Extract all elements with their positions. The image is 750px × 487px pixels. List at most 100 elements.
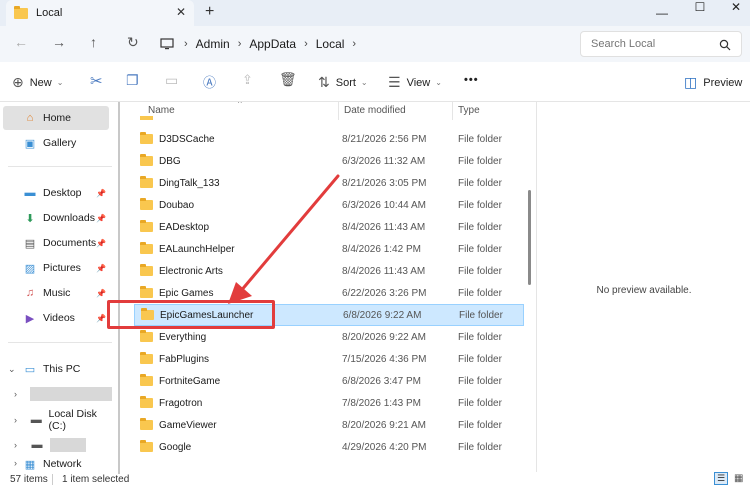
file-date: 8/21/2026 3:05 PM [342, 177, 427, 189]
folder-icon [140, 198, 153, 210]
file-type: File folder [458, 441, 502, 453]
sidebar-item-downloads[interactable]: ⬇ Downloads 📌 [0, 206, 110, 230]
table-row[interactable]: DingTalk_133 8/21/2026 3:05 PM File folder [134, 172, 524, 194]
search-box[interactable] [580, 31, 742, 57]
folder-icon [140, 154, 153, 166]
sidebar-item-gallery[interactable]: ▣ Gallery [0, 131, 110, 155]
tab-local[interactable]: Local ✕ [6, 0, 194, 26]
search-input[interactable] [591, 38, 711, 50]
sidebar-item-this-pc[interactable]: ⌄ ▭ This PC [0, 357, 110, 381]
cut-icon[interactable]: ✂ [90, 72, 103, 90]
sidebar-item-videos[interactable]: ▶ Videos 📌 [0, 306, 110, 330]
copy-icon[interactable]: ❐ [126, 72, 139, 89]
tiles-view-icon[interactable]: ▦ [734, 473, 743, 484]
crumb-local[interactable]: Local [316, 37, 345, 51]
sidebar-item-pictures[interactable]: ▨ Pictures 📌 [0, 256, 110, 280]
back-button[interactable]: ← [14, 34, 28, 50]
navigation-pane: ⌂ Home ▣ Gallery ▬ Desktop 📌 ⬇ Downloads… [0, 102, 122, 474]
up-button[interactable]: ↑ [90, 34, 97, 50]
item-count: 57 items [10, 474, 48, 485]
folder-icon [140, 264, 153, 276]
table-row[interactable]: Everything 8/20/2026 9:22 AM File folder [134, 326, 524, 348]
file-name: Fragotron [159, 397, 203, 409]
table-row[interactable]: D3DSCache 8/21/2026 2:56 PM File folder [134, 128, 524, 150]
divider [52, 474, 53, 485]
sidebar-item-local-disk[interactable]: › ▬ Local Disk (C:) [0, 408, 110, 432]
file-name: GameViewer [159, 419, 217, 431]
sort-button[interactable]: ⇅ Sort ⌄ [318, 74, 368, 91]
music-icon: ♫ [25, 287, 35, 299]
sidebar-item-label: Desktop [43, 187, 82, 199]
file-date: 8/4/2026 11:43 AM [342, 265, 426, 277]
breadcrumb[interactable]: › Admin › AppData › Local › [160, 30, 570, 58]
sort-label: Sort [335, 76, 356, 89]
sidebar-item-home[interactable]: ⌂ Home [3, 106, 109, 130]
desktop-icon: ▬ [24, 187, 36, 199]
chevron-right-icon: › [352, 38, 357, 50]
sidebar-item-label: Videos [43, 312, 75, 324]
paste-icon[interactable]: ▭ [165, 72, 178, 89]
drive-icon: ▬ [30, 414, 42, 426]
table-row[interactable]: GameViewer 8/20/2026 9:21 AM File folder [134, 414, 524, 436]
file-date: 7/8/2026 1:43 PM [342, 397, 421, 409]
maximize-button[interactable]: ☐ [680, 0, 720, 14]
redacted-area [30, 387, 112, 401]
delete-icon[interactable]: 🗑 [279, 71, 297, 88]
divider [8, 342, 112, 343]
sidebar-item-label: Pictures [43, 262, 81, 274]
forward-button[interactable]: → [52, 34, 66, 50]
file-type: File folder [458, 419, 502, 431]
sidebar-item-desktop[interactable]: ▬ Desktop 📌 [0, 181, 110, 205]
gallery-icon: ▣ [24, 137, 36, 150]
file-type: File folder [458, 331, 502, 343]
folder-icon [140, 374, 153, 386]
table-row[interactable]: FortniteGame 6/8/2026 3:47 PM File folder [134, 370, 524, 392]
sidebar-item-music[interactable]: ♫ Music 📌 [0, 281, 110, 305]
table-row[interactable]: Google 4/29/2026 4:20 PM File folder [134, 436, 524, 458]
file-date: 8/20/2026 9:21 AM [342, 419, 426, 431]
folder-icon [140, 396, 153, 408]
table-row[interactable]: EALaunchHelper 8/4/2026 1:42 PM File folde… [134, 238, 524, 260]
sidebar-item-documents[interactable]: ▤ Documents 📌 [0, 231, 110, 255]
crumb-appdata[interactable]: AppData [249, 37, 296, 51]
search-icon [719, 39, 731, 51]
new-button[interactable]: ⊕ New ⌄ [12, 74, 63, 91]
close-window-button[interactable]: ✕ [716, 0, 750, 14]
file-name: EADesktop [159, 221, 210, 233]
chevron-down-icon: ⌄ [8, 363, 16, 374]
rename-icon[interactable]: Ⓐ [203, 72, 216, 91]
preview-button[interactable]: ◫ Preview [684, 74, 742, 91]
new-tab-button[interactable]: + [205, 3, 214, 21]
file-date: 8/21/2026 2:56 PM [342, 133, 427, 145]
file-type: File folder [458, 375, 502, 387]
table-row[interactable]: Fragotron 7/8/2026 1:43 PM File folder [134, 392, 524, 414]
file-name: DingTalk_133 [159, 177, 220, 189]
sidebar-item-label: This PC [43, 363, 81, 375]
address-bar: ← → ↑ ↻ › Admin › AppData › Local › [0, 26, 750, 62]
sidebar-scrollbar[interactable] [118, 102, 120, 474]
sidebar-item-network[interactable]: › ▦ Network [0, 458, 110, 474]
folder-icon [140, 220, 153, 232]
sidebar-item-drive-blurred[interactable]: › [0, 382, 112, 406]
refresh-button[interactable]: ↻ [127, 34, 139, 51]
crumb-admin[interactable]: Admin [196, 37, 230, 51]
details-view-icon[interactable]: ☰ [714, 472, 728, 485]
more-options-button[interactable]: ••• [464, 74, 479, 86]
file-type: File folder [458, 287, 502, 299]
table-row[interactable]: Electronic Arts 8/4/2026 11:43 AM File fol… [134, 260, 524, 282]
close-tab-icon[interactable]: ✕ [176, 5, 186, 19]
table-row[interactable]: DBG 6/3/2026 11:32 AM File folder [134, 150, 524, 172]
drive-icon: ▬ [31, 439, 43, 451]
share-icon[interactable]: ⇪ [242, 72, 253, 88]
sidebar-item-drive-2[interactable]: › ▬ [0, 433, 110, 457]
sort-icon: ⇅ [318, 74, 330, 90]
table-row[interactable]: FabPlugins 7/15/2026 4:36 PM File folder [134, 348, 524, 370]
table-row[interactable]: EADesktop 8/4/2026 11:43 AM File folder [134, 216, 524, 238]
view-button[interactable]: ☰ View ⌄ [388, 74, 442, 91]
minimize-button[interactable]: — [642, 6, 682, 20]
chevron-right-icon: › [14, 440, 17, 450]
file-list-scrollbar[interactable] [528, 190, 531, 285]
file-date: 7/15/2026 4:36 PM [342, 353, 427, 365]
chevron-right-icon: › [237, 38, 242, 50]
table-row[interactable]: Doubao 6/3/2026 10:44 AM File folder [134, 194, 524, 216]
